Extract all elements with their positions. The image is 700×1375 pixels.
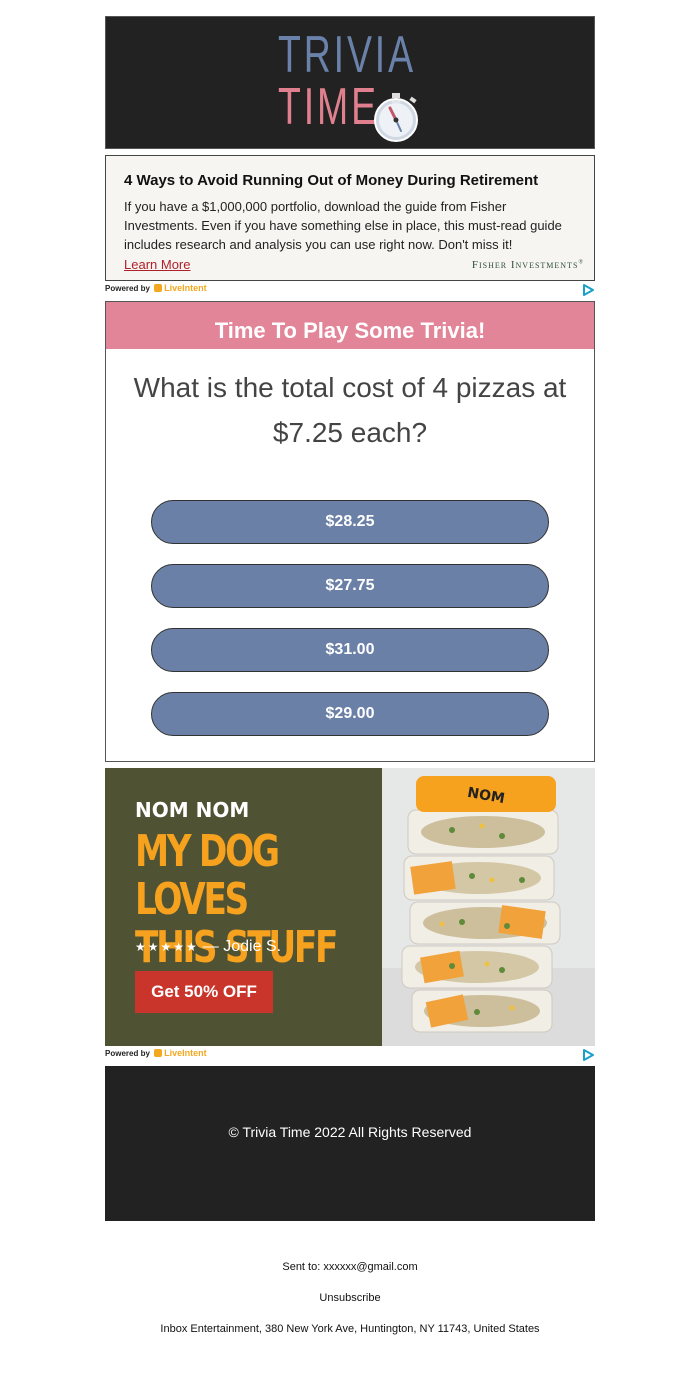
sponsored-ad-nom-nom[interactable]: NOM NOM MY DOG LOVES THIS STUFF ★★★★★ — J…: [105, 768, 595, 1046]
liveintent-logo-icon: [154, 284, 163, 292]
powered-by-bar: Powered by LiveIntent: [105, 283, 595, 297]
newsletter-footer: © Trivia Time 2022 All Rights Reserved: [105, 1066, 595, 1221]
adchoices-icon[interactable]: [581, 1048, 595, 1062]
logo-word-trivia: TRIVIA: [278, 26, 416, 84]
copyright-text: © Trivia Time 2022 All Rights Reserved: [228, 1124, 472, 1140]
powered-by-label: Powered by: [105, 284, 150, 293]
liveintent-brand[interactable]: LiveIntent: [164, 1048, 207, 1058]
answer-button[interactable]: $31.00: [151, 628, 549, 672]
answer-button[interactable]: $29.00: [151, 692, 549, 736]
ad-body: If you have a $1,000,000 portfolio, down…: [124, 199, 562, 252]
trivia-card: Time To Play Some Trivia! What is the to…: [105, 301, 595, 762]
powered-by-label: Powered by: [105, 1049, 150, 1058]
get-offer-button[interactable]: Get 50% OFF: [135, 971, 273, 1013]
ad-brand: NOM NOM: [135, 798, 250, 822]
advertiser-mark: ®: [578, 259, 584, 266]
ad-title[interactable]: 4 Ways to Avoid Running Out of Money Dur…: [124, 172, 576, 189]
logo-word-time: TIME: [278, 78, 379, 136]
rating-stars: ★★★★★: [135, 940, 199, 954]
adchoices-icon[interactable]: [581, 283, 595, 297]
answer-button[interactable]: $27.75: [151, 564, 549, 608]
newsletter-header: TRIVIA TIME HUH: [105, 16, 595, 149]
powered-by-bar: Powered by LiveIntent: [105, 1048, 595, 1062]
stopwatch-label: HUH: [392, 99, 401, 104]
trivia-question: What is the total cost of 4 pizzas at $7…: [133, 372, 567, 448]
food-stack-illustration: NOM: [382, 768, 595, 1046]
sent-to-label: Sent to:: [282, 1261, 321, 1273]
sent-to-email: xxxxxx@gmail.com: [323, 1261, 418, 1273]
sender-address: Inbox Entertainment, 380 New York Ave, H…: [160, 1323, 540, 1335]
reviewer-name: — Jodie S.: [202, 938, 282, 955]
answer-button[interactable]: $28.25: [151, 500, 549, 544]
dog-food-packages-image[interactable]: NOM: [382, 768, 595, 1046]
trivia-heading: Time To Play Some Trivia!: [106, 302, 594, 349]
liveintent-brand[interactable]: LiveIntent: [164, 283, 207, 293]
unsubscribe-link[interactable]: Unsubscribe: [0, 1292, 700, 1304]
trivia-time-logo[interactable]: TRIVIA TIME HUH: [278, 27, 428, 142]
sent-to-line: Sent to: xxxxxx@gmail.com: [0, 1261, 700, 1273]
ad-headline-line-1: MY DOG LOVES: [135, 826, 280, 925]
advertiser-logo[interactable]: Fisher Investments®: [472, 259, 584, 271]
sponsored-ad-retirement[interactable]: 4 Ways to Avoid Running Out of Money Dur…: [105, 155, 595, 281]
liveintent-logo-icon: [154, 1049, 163, 1057]
stopwatch-icon: HUH: [374, 93, 418, 142]
advertiser-name: Fisher Investments: [471, 259, 579, 271]
ad-text-panel: NOM NOM MY DOG LOVES THIS STUFF ★★★★★ — J…: [105, 768, 382, 1046]
ad-review: ★★★★★ — Jodie S.: [135, 938, 281, 956]
learn-more-link[interactable]: Learn More: [124, 257, 190, 272]
answer-list: $28.25 $27.75 $31.00 $29.00: [151, 500, 549, 756]
